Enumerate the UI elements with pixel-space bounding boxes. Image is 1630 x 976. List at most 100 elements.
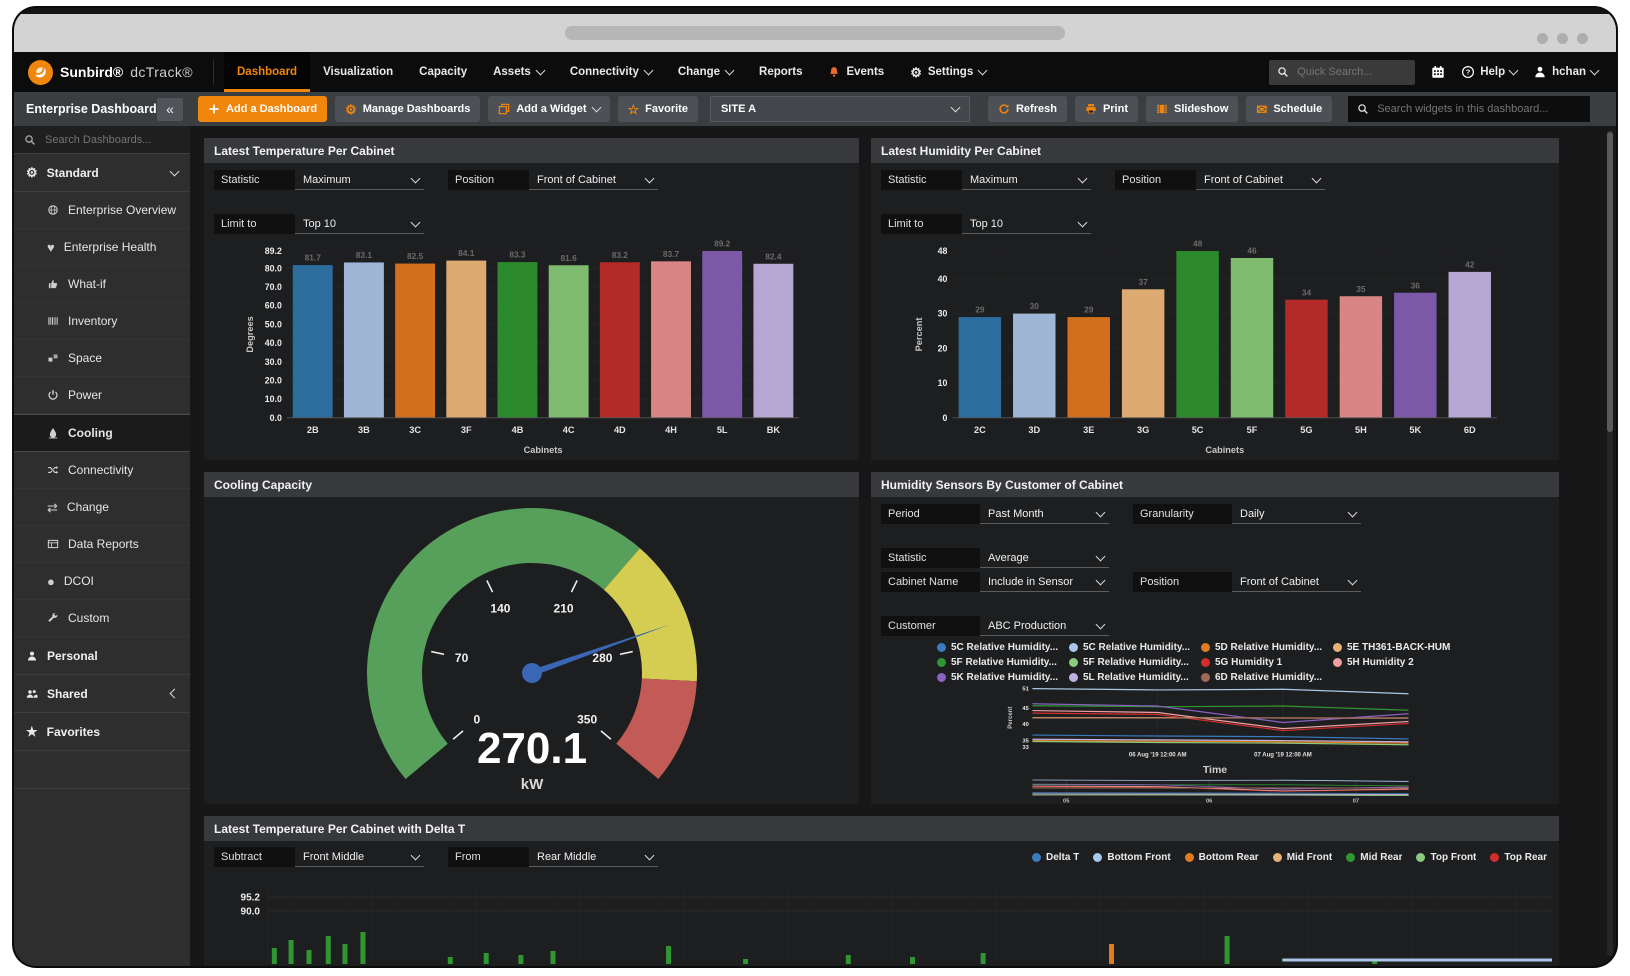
quick-search[interactable] <box>1269 59 1416 85</box>
cooling-capacity-gauge[interactable]: 070140 210280350270.1kW <box>222 501 842 801</box>
legend-item[interactable]: Bottom Rear <box>1184 852 1259 863</box>
nav-item-reports[interactable]: Reports <box>746 52 815 92</box>
calendar-icon[interactable] <box>1431 65 1445 79</box>
legend-item[interactable]: 5C Relative Humidity... <box>1069 642 1193 653</box>
legend-item[interactable]: 5K Relative Humidity... <box>937 672 1061 683</box>
sidebar-item-power[interactable]: Power <box>14 377 190 414</box>
widget-header[interactable]: Latest Temperature Per Cabinet <box>204 138 859 163</box>
legend-item[interactable]: Bottom Front <box>1093 852 1171 863</box>
nav-item-connectivity[interactable]: Connectivity <box>557 52 665 92</box>
control-label: Cabinet Name <box>881 572 980 592</box>
widget-header[interactable]: Humidity Sensors By Customer of Cabinet <box>871 472 1559 497</box>
content-area: ⚙ Standard Enterprise Overview ♥ Enterprise … <box>14 126 1616 966</box>
legend-item[interactable]: 5C Relative Humidity... <box>937 642 1061 653</box>
control-select[interactable]: Front of Cabinet <box>529 171 658 190</box>
legend-item[interactable]: Delta T <box>1032 852 1079 863</box>
nav-item-settings[interactable]: ⚙ Settings <box>897 52 999 92</box>
user-menu[interactable]: hchan <box>1533 65 1600 79</box>
control-select[interactable]: Maximum <box>962 171 1091 190</box>
legend-label: 5F Relative Humidity... <box>951 657 1057 668</box>
help-menu[interactable]: ? Help <box>1461 65 1519 79</box>
nav-item-events[interactable]: Events <box>815 52 897 92</box>
sidebar-item-inventory[interactable]: Inventory <box>14 303 190 340</box>
address-bar-pill[interactable] <box>565 26 1065 40</box>
widget-search-input[interactable] <box>1375 102 1582 116</box>
sidebar-item-change[interactable]: ⇄ Change <box>14 489 190 526</box>
sidebar-item-what-if[interactable]: What-if <box>14 266 190 303</box>
sidebar-item-connectivity[interactable]: Connectivity <box>14 452 190 489</box>
manage-dashboards-button[interactable]: ⚙ Manage Dashboards <box>335 96 481 122</box>
control-select[interactable]: Front of Cabinet <box>1232 573 1361 592</box>
delta-t-column-chart[interactable]: 95.2 90.0 <box>204 869 1559 964</box>
chevron-down-icon <box>410 173 421 183</box>
sidebar-item-dcoi[interactable]: ● DCOI <box>14 563 190 600</box>
control-select[interactable]: Top 10 <box>295 215 424 234</box>
add-widget-button[interactable]: Add a Widget <box>488 96 610 122</box>
sidebar-section-favorites[interactable]: ★ Favorites <box>14 713 190 751</box>
sidebar-item-enterprise-health[interactable]: ♥ Enterprise Health <box>14 229 190 266</box>
control-select[interactable]: Past Month <box>980 505 1109 524</box>
sidebar-item-custom[interactable]: Custom <box>14 600 190 637</box>
control-select[interactable]: Rear Middle <box>529 848 658 867</box>
quick-search-input[interactable] <box>1295 65 1408 79</box>
legend-item[interactable]: Mid Front <box>1272 852 1332 863</box>
line-chart-navigator[interactable]: 05 06 07 <box>871 777 1547 804</box>
legend-item[interactable]: 5L Relative Humidity... <box>1069 672 1193 683</box>
vertical-scrollbar[interactable] <box>1607 130 1613 956</box>
widget-title: Cooling Capacity <box>214 477 313 492</box>
slideshow-button[interactable]: Slideshow <box>1146 96 1239 122</box>
legend-item[interactable]: 5H Humidity 2 <box>1333 657 1457 668</box>
widget-title: Humidity Sensors By Customer of Cabinet <box>881 477 1124 492</box>
control-select[interactable]: Maximum <box>295 171 424 190</box>
window-control-dot[interactable] <box>1537 33 1548 44</box>
sidebar-item-data-reports[interactable]: Data Reports <box>14 526 190 563</box>
sidebar-item-space[interactable]: Space <box>14 340 190 377</box>
control-select[interactable]: Top 10 <box>962 215 1091 234</box>
print-button[interactable]: Print <box>1074 96 1138 122</box>
favorite-button[interactable]: ☆ Favorite <box>617 96 698 122</box>
sidebar-section-personal[interactable]: Personal <box>14 637 190 675</box>
site-select[interactable]: SITE A <box>709 96 970 122</box>
legend-item[interactable]: 5G Humidity 1 <box>1201 657 1325 668</box>
schedule-button[interactable]: ✉ Schedule <box>1246 96 1333 122</box>
add-dashboard-button[interactable]: Add a Dashboard <box>198 96 328 122</box>
sidebar-item-cooling[interactable]: Cooling <box>14 414 190 452</box>
humidity-sensors-line-chart[interactable]: 3335 40 45 51 06 Aug '19 12:00 AM 07 Aug '19 … <box>871 685 1547 762</box>
control-select[interactable]: Front Middle <box>295 848 424 867</box>
control-select[interactable]: ABC Production <box>980 617 1109 636</box>
sidebar-item-enterprise-overview[interactable]: Enterprise Overview <box>14 192 190 229</box>
scrollbar-thumb[interactable] <box>1607 132 1613 432</box>
refresh-button[interactable]: Refresh <box>987 96 1067 122</box>
sidebar-section-standard[interactable]: ⚙ Standard <box>14 154 190 192</box>
legend-item[interactable]: Mid Rear <box>1346 852 1402 863</box>
legend-item[interactable]: Top Front <box>1416 852 1476 863</box>
sidebar-collapse-button[interactable]: « <box>157 97 183 121</box>
control-select[interactable]: Daily <box>1232 505 1361 524</box>
legend-item[interactable]: 5D Relative Humidity... <box>1201 642 1325 653</box>
widget-header[interactable]: Latest Temperature Per Cabinet with Delt… <box>204 816 1559 841</box>
widget-header[interactable]: Cooling Capacity <box>204 472 859 497</box>
legend-item[interactable]: 5E TH361-BACK-HUM <box>1333 642 1457 653</box>
legend-item[interactable]: 6D Relative Humidity... <box>1201 672 1325 683</box>
window-control-dot[interactable] <box>1557 33 1568 44</box>
sidebar-search[interactable] <box>14 126 190 154</box>
nav-item-change[interactable]: Change <box>665 52 746 92</box>
nav-item-capacity[interactable]: Capacity <box>406 52 480 92</box>
humidity-bar-chart[interactable]: 0 10 20 30 40 48 29 2C 30 3D 29 3E 37 3G 48 5C 46 5F 34 5G 3… <box>871 237 1547 460</box>
legend-item[interactable]: 5F Relative Humidity... <box>937 657 1061 668</box>
nav-item-visualization[interactable]: Visualization <box>310 52 406 92</box>
temperature-bar-chart[interactable]: 0.0 10.0 20.0 30.0 40.0 50.0 60.0 70.0 80.0 89.2 8… <box>204 237 847 460</box>
legend-item[interactable]: Top Rear <box>1490 852 1547 863</box>
control-select[interactable]: Average <box>980 549 1109 568</box>
sidebar-search-input[interactable] <box>43 132 180 147</box>
control-select[interactable]: Front of Cabinet <box>1196 171 1325 190</box>
nav-item-dashboard[interactable]: Dashboard <box>224 52 311 92</box>
nav-item-assets[interactable]: Assets <box>480 52 557 92</box>
control-select[interactable]: Include in Sensor <box>980 573 1109 592</box>
window-control-dot[interactable] <box>1577 33 1588 44</box>
sidebar-section-shared[interactable]: Shared <box>14 675 190 713</box>
widget-header[interactable]: Latest Humidity Per Cabinet <box>871 138 1559 163</box>
legend-item[interactable]: 5F Relative Humidity... <box>1069 657 1193 668</box>
svg-text:10.0: 10.0 <box>265 394 282 404</box>
widget-search[interactable] <box>1348 96 1591 122</box>
